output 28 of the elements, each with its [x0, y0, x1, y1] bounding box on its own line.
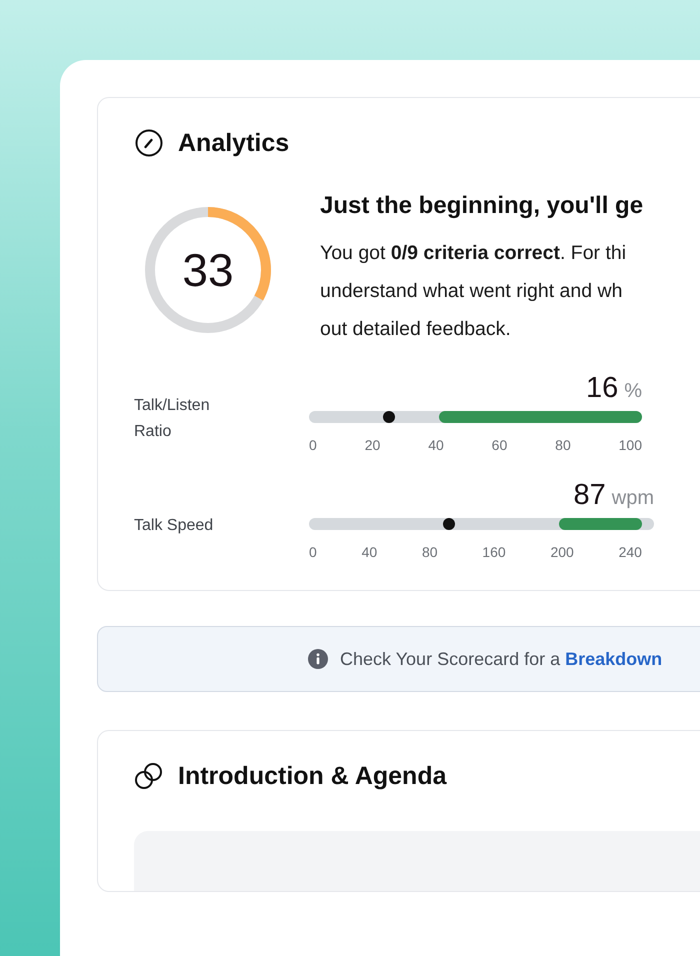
meter-label: Talk Speed [134, 516, 214, 536]
info-icon [308, 649, 328, 669]
tick-label: 100 [618, 437, 642, 453]
result-summary: You got 0/9 criteria correct. For thi understand what went right and wh out detailed feedback. [320, 241, 628, 342]
meter-unit: % [624, 380, 642, 403]
meter-unit: wpm [612, 487, 654, 510]
tick-label: 80 [422, 544, 438, 560]
overlapping-circles-icon [134, 761, 164, 791]
tick-label: 0 [309, 437, 317, 453]
tick-label: 60 [492, 437, 508, 453]
score-value: 33 [181, 243, 235, 298]
meter-value: 87 [574, 479, 606, 512]
result-headline: Just the beginning, you'll ge [320, 192, 644, 220]
tick-label: 80 [555, 437, 571, 453]
tick-label: 200 [550, 544, 574, 560]
tick-label: 160 [482, 544, 506, 560]
tick-label: 40 [428, 437, 444, 453]
meter-value: 16 [586, 372, 618, 405]
meter-label: Talk/Listen Ratio [134, 396, 211, 442]
tick-label: 0 [309, 544, 317, 560]
section-title: Analytics [178, 128, 290, 158]
gauge-icon [134, 128, 164, 158]
tick-label: 20 [364, 437, 380, 453]
breakdown-link[interactable]: Breakdown [565, 648, 662, 668]
banner-text: Check Your Scorecard for a Breakdown [340, 648, 662, 670]
tick-label: 40 [362, 544, 378, 560]
section-title: Introduction & Agenda [178, 762, 446, 790]
tick-label: 240 [618, 544, 642, 560]
